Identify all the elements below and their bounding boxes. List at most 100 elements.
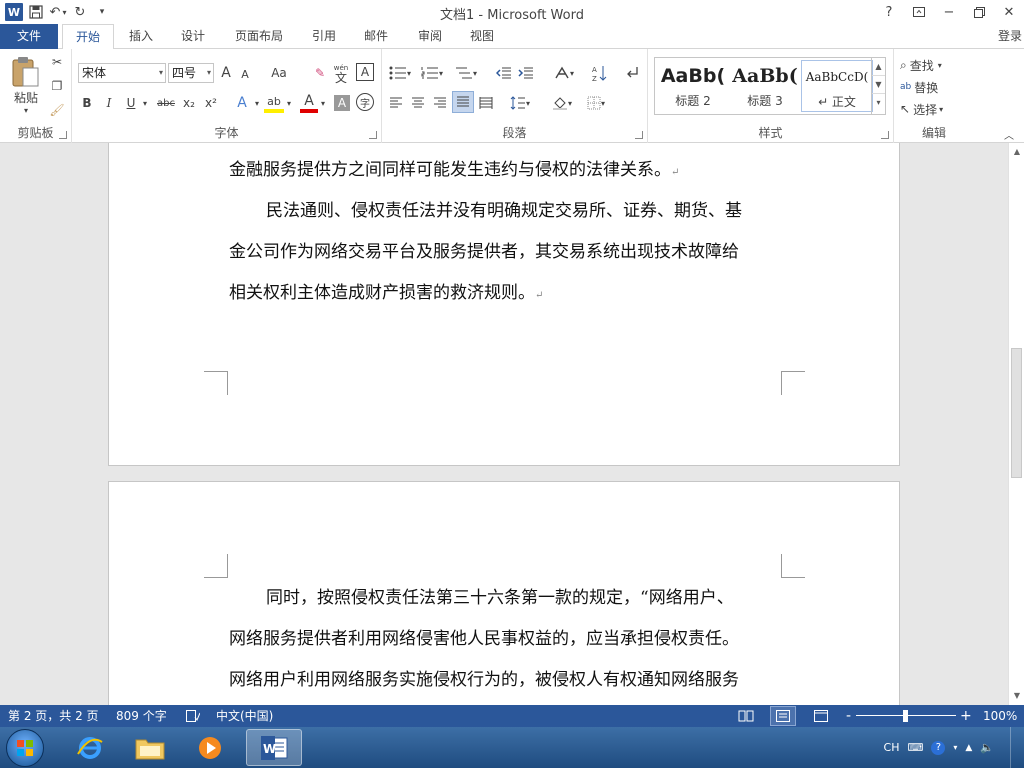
paragraph-line[interactable]: 民法通则、侵权责任法并没有明确规定交易所、证券、期货、基 — [229, 191, 789, 232]
tab-page-layout[interactable]: 页面布局 — [226, 24, 292, 49]
paste-button[interactable]: 粘贴 — [6, 89, 46, 105]
paragraph-line[interactable]: 相关权利主体造成财产损害的救济规则。↵ — [229, 273, 789, 316]
superscript-button[interactable]: x² — [202, 93, 220, 113]
sign-in-link[interactable]: 登录 — [998, 24, 1022, 48]
sort-icon[interactable]: AZ — [590, 61, 610, 85]
print-layout-icon[interactable] — [770, 706, 796, 726]
start-button[interactable] — [6, 729, 44, 767]
format-painter-icon[interactable]: 🖌 — [48, 101, 66, 119]
read-mode-icon[interactable] — [738, 705, 754, 729]
word-count[interactable]: 809 个字 — [116, 705, 167, 727]
italic-button[interactable]: I — [100, 93, 118, 113]
input-language[interactable]: CH — [884, 741, 900, 754]
font-size-combo[interactable]: 四号 ▾ — [168, 63, 214, 83]
character-shading-icon[interactable]: A — [334, 95, 350, 111]
tab-mailings[interactable]: 邮件 — [354, 24, 398, 49]
collapse-ribbon-icon[interactable]: ︿ — [1002, 127, 1016, 142]
align-left-icon[interactable] — [386, 93, 406, 113]
tab-home[interactable]: 开始 — [62, 24, 114, 50]
tab-review[interactable]: 审阅 — [408, 24, 452, 49]
highlight-dropdown-icon[interactable]: ▾ — [284, 93, 294, 113]
paragraph-launcher-icon[interactable] — [635, 131, 643, 139]
clipboard-launcher-icon[interactable] — [59, 131, 67, 139]
style-heading-3[interactable]: AaBb( 标题 3 — [729, 60, 801, 112]
cut-icon[interactable]: ✂ — [48, 53, 66, 71]
page-1[interactable]: 金融服务提供方之间同样可能发生违约与侵权的法律关系。↵ 民法通则、侵权责任法并没… — [108, 143, 900, 466]
character-border-icon[interactable]: A — [356, 63, 374, 81]
paste-dropdown-icon[interactable]: ▾ — [20, 105, 32, 115]
borders-icon[interactable]: ▾ — [582, 93, 610, 113]
justify-icon[interactable] — [452, 91, 474, 113]
tab-references[interactable]: 引用 — [302, 24, 346, 49]
text-effects-icon[interactable]: A — [232, 93, 252, 113]
tab-view[interactable]: 视图 — [460, 24, 504, 49]
text-effects-dropdown-icon[interactable]: ▾ — [252, 93, 262, 113]
web-layout-icon[interactable] — [814, 705, 830, 729]
show-marks-icon[interactable] — [622, 63, 642, 83]
zoom-slider-thumb[interactable] — [903, 710, 908, 722]
tab-design[interactable]: 设计 — [170, 24, 216, 49]
internet-explorer-icon[interactable] — [62, 729, 118, 766]
bold-button[interactable]: B — [78, 93, 96, 113]
vertical-scrollbar[interactable]: ▲ ▼ — [1008, 143, 1024, 705]
bullets-icon[interactable]: ▾ — [386, 63, 414, 83]
minimize-icon[interactable]: − — [934, 0, 964, 24]
shrink-font-icon[interactable]: A — [238, 65, 252, 83]
style-normal[interactable]: AaBbCcD( ↵ 正文 — [801, 60, 873, 112]
help-icon[interactable]: ? — [931, 740, 946, 755]
language-indicator[interactable]: 中文(中国) — [216, 705, 273, 727]
gallery-up-icon[interactable]: ▲ — [872, 58, 885, 76]
highlight-icon[interactable]: ab — [264, 93, 284, 113]
paragraph-line[interactable]: 金公司作为网络交易平台及服务提供者，其交易系统出现技术故障给 — [229, 232, 789, 273]
show-desktop-button[interactable] — [1010, 727, 1024, 768]
zoom-level[interactable]: 100% — [983, 705, 1017, 727]
enclose-characters-icon[interactable]: 字 — [356, 93, 374, 111]
show-hidden-icons[interactable]: ▲ — [965, 743, 972, 753]
gallery-down-icon[interactable]: ▼ — [872, 76, 885, 94]
word-taskbar-icon[interactable]: W — [246, 729, 302, 766]
paragraph-line[interactable]: 网络服务提供者利用网络侵害他人民事权益的，应当承担侵权责任。 — [229, 619, 789, 660]
replace-button[interactable]: ab 替换 — [900, 77, 970, 97]
decrease-indent-icon[interactable] — [494, 63, 514, 83]
align-right-icon[interactable] — [430, 93, 450, 113]
help-button[interactable]: ? — [874, 0, 904, 24]
page-2[interactable]: 同时，按照侵权责任法第三十六条第一款的规定，“网络用户、 网络服务提供者利用网络… — [108, 481, 900, 705]
numbering-icon[interactable]: ▾ — [418, 63, 446, 83]
font-name-combo[interactable]: 宋体 ▾ — [78, 63, 166, 83]
underline-button[interactable]: U — [122, 93, 140, 113]
strikethrough-button[interactable]: abc — [154, 93, 178, 113]
ribbon-display-options-icon[interactable] — [904, 0, 934, 24]
font-color-dropdown-icon[interactable]: ▾ — [318, 93, 328, 113]
style-heading-2[interactable]: AaBb( 标题 2 — [657, 60, 729, 112]
grow-font-icon[interactable]: A — [218, 63, 234, 83]
media-player-icon[interactable] — [182, 729, 238, 766]
copy-icon[interactable]: ❐ — [48, 77, 66, 95]
font-launcher-icon[interactable] — [369, 131, 377, 139]
volume-icon[interactable]: 🔈 — [980, 741, 994, 754]
paragraph-line[interactable]: 网络用户利用网络服务实施侵权行为的，被侵权人有权通知网络服务 — [229, 660, 789, 701]
line-spacing-icon[interactable]: ▾ — [506, 93, 534, 113]
paste-icon[interactable] — [8, 55, 42, 89]
multilevel-list-icon[interactable]: ▾ — [452, 63, 480, 83]
select-button[interactable]: ↖ 选择 ▾ — [900, 99, 970, 119]
page-indicator[interactable]: 第 2 页，共 2 页 — [8, 705, 99, 727]
gallery-more-icon[interactable]: ▾ — [872, 94, 885, 112]
find-button[interactable]: ⌕ 查找 ▾ — [900, 55, 970, 75]
font-color-icon[interactable]: A — [300, 93, 318, 113]
tab-file[interactable]: 文件 — [0, 24, 58, 49]
document-area[interactable]: 金融服务提供方之间同样可能发生违约与侵权的法律关系。↵ 民法通则、侵权责任法并没… — [0, 143, 1008, 705]
increase-indent-icon[interactable] — [516, 63, 536, 83]
scroll-up-icon[interactable]: ▲ — [1009, 145, 1024, 159]
ime-options-icon[interactable]: ▾ — [953, 743, 957, 752]
proofing-icon[interactable] — [186, 705, 201, 729]
distributed-icon[interactable] — [476, 93, 496, 113]
shading-icon[interactable]: ▾ — [548, 93, 576, 113]
tab-insert[interactable]: 插入 — [118, 24, 164, 49]
paragraph-line[interactable]: 同时，按照侵权责任法第三十六条第一款的规定，“网络用户、 — [229, 578, 789, 619]
close-icon[interactable]: ✕ — [994, 0, 1024, 24]
zoom-out-button[interactable]: - — [846, 705, 851, 727]
scroll-thumb[interactable] — [1011, 348, 1022, 478]
underline-dropdown-icon[interactable]: ▾ — [140, 93, 150, 113]
zoom-in-button[interactable]: + — [960, 705, 972, 727]
restore-icon[interactable] — [964, 0, 994, 24]
